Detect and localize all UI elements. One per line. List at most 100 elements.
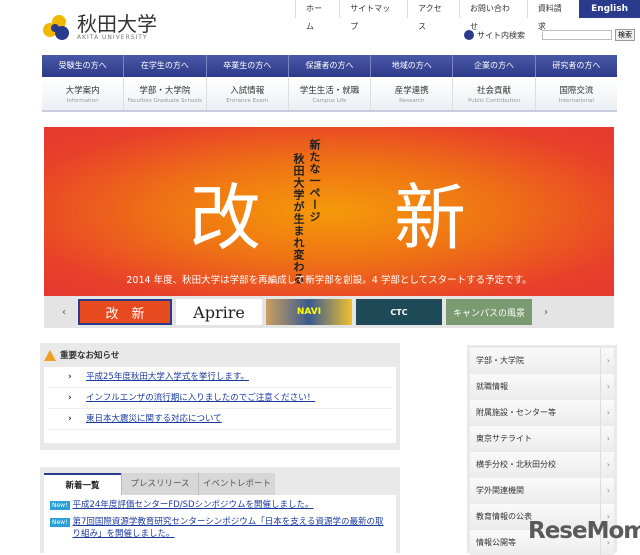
thumb-ctc[interactable]: CTC [356,299,442,325]
warning-icon [44,349,56,361]
sidebar-item-label: 教育情報の公表 [476,512,532,521]
tab-event-report[interactable]: イベントレポート [198,473,275,495]
nav-label: 学生生活・就職 [299,86,360,96]
sidebar-item-label: 情報公開等 [476,538,516,547]
chevron-right-icon: › [599,374,610,399]
sidebar-item-faculties[interactable]: 学部・大学院 › [470,348,614,373]
notice-link[interactable]: インフルエンザの流行期に入りましたのでご注意ください！ [86,393,315,403]
notice-title: 重要なお知らせ [60,351,120,361]
nav-sublabel: Faculties Graduate Schools [127,98,203,104]
sidebar-item-label: 学部・大学院 [476,356,524,365]
nav-community[interactable]: 地域の方へ [371,55,454,77]
tab-press-release[interactable]: プレスリリース [121,473,198,495]
thumb-kaishin[interactable]: 改 新 [78,299,172,325]
list-item: インフルエンザの流行期に入りましたのでご注意ください！ [48,388,392,409]
nav-label: 社会貢献 [477,86,512,96]
search-button[interactable]: 検索 [615,29,635,41]
nav-public-contribution[interactable]: 社会貢献 Public Contribution [453,78,536,110]
banner-char-2: 新 [394,176,467,260]
news-panel: 新着一覧 プレスリリース イベントレポート New! 平成24年度評価センターFD… [40,467,400,555]
chevron-right-icon: › [599,348,610,373]
nav-applicants[interactable]: 受験生の方へ [42,55,125,77]
nav-label: 入試情報 [230,86,265,96]
search-input[interactable] [542,30,612,40]
secondary-nav: 大学案内 Information 学部・大学院 Faculties Graduate… [42,78,617,112]
list-item: 東日本大震災に関する対応について [48,409,392,430]
sidebar-item-careers[interactable]: 就職情報 › [470,374,614,399]
chevron-right-icon: › [599,452,610,477]
banner-thumbnails: ‹ 改 新 Aprire NAVI CTC キャンパスの風景 › [44,296,614,328]
nav-international[interactable]: 国際交流 International [536,78,617,110]
thumb-aprire[interactable]: Aprire [176,299,262,325]
nav-sublabel: Public Contribution [467,98,521,104]
nav-researchers[interactable]: 研究者の方へ [536,55,617,77]
nav-sublabel: Campus Life [312,98,347,104]
logo-sub: AKITA UNIVERSITY [77,33,148,41]
news-item: New! 平成24年度評価センターFD/SDシンポジウムを開催しました。 [50,499,390,511]
sidebar-item-label: 学外関連機関 [476,486,524,495]
resemom-watermark: ReseMom [528,518,640,544]
search-icon [464,30,474,40]
sidebar-item-facilities[interactable]: 附属施設・センター等 › [470,400,614,425]
banner-caption: 2014 年度、秋田大学は学部を再編成して新学部を創設。4 学部としてスタートす… [126,275,532,286]
nav-entrance[interactable]: 入試情報 Entrance Exam [207,78,289,110]
top-link-access[interactable]: アクセス [407,0,459,31]
nav-students[interactable]: 在学生の方へ [124,55,207,77]
top-link-request[interactable]: 資料請求 [526,0,579,31]
logo[interactable]: 秋田大学 AKITA UNIVERSITY [42,12,157,42]
hero-banner[interactable]: 改 新 新たな一ページ 秋田大学が生まれ変わる 2014 年度、秋田大学は学部を… [44,127,614,296]
nav-label: 学部・大学院 [139,86,191,96]
new-badge: New! [50,518,70,527]
sidebar-item-label: 東京サテライト [476,434,532,443]
banner-char-1: 改 [189,176,262,260]
sidebar-item-external-orgs[interactable]: 学外関連機関 › [470,478,614,503]
sidebar-item-tokyo-satellite[interactable]: 東京サテライト › [470,426,614,451]
logo-mark-icon [43,15,69,40]
english-button[interactable]: English [579,0,640,18]
notice-link[interactable]: 平成25年度秋田大学入学式を挙行します。 [86,372,249,382]
sidebar-item-label: 附属施設・センター等 [476,408,556,417]
nav-parents[interactable]: 保護者の方へ [289,55,372,77]
chevron-right-icon: › [599,400,610,425]
top-links: ホーム サイトマップ アクセス お問い合わせ 資料請求 English [295,0,640,31]
tab-latest[interactable]: 新着一覧 [44,473,121,495]
nav-label: 大学案内 [65,86,100,96]
sidebar-item-label: 横手分校・北秋田分校 [476,460,556,469]
top-link-sitemap[interactable]: サイトマップ [339,0,407,31]
nav-sublabel: International [558,98,594,104]
nav-research[interactable]: 産学連携 Research [371,78,454,110]
nav-campus-life[interactable]: 学生生活・就職 Campus Life [289,78,372,110]
sidebar-item-branch-schools[interactable]: 横手分校・北秋田分校 › [470,452,614,477]
nav-sublabel: Entrance Exam [226,98,269,104]
logo-name: 秋田大学 [77,11,157,36]
chevron-right-icon: › [599,478,610,503]
nav-label: 国際交流 [559,86,594,96]
top-link-contact[interactable]: お問い合わせ [458,0,527,31]
new-badge: New! [50,501,70,510]
news-link[interactable]: 第7回国際資源学教育研究センターシンポジウム「日本を支える資源学の最新の取り組み… [73,516,391,540]
search-label: サイト内検索 [477,30,525,40]
chevron-right-icon: › [599,426,610,451]
list-item: 平成25年度秋田大学入学式を挙行します。 [48,367,392,388]
site-search: サイト内検索 検索 [464,29,635,41]
nav-alumni[interactable]: 卒業生の方へ [207,55,289,77]
nav-information[interactable]: 大学案内 Information [42,78,125,110]
banner-vertical-1: 新たな一ページ [308,139,321,223]
nav-sublabel: Information [66,98,99,104]
top-link-home[interactable]: ホーム [295,0,339,31]
thumb-navi[interactable]: NAVI [266,299,352,325]
notice-link[interactable]: 東日本大震災に関する対応について [86,414,222,424]
nav-companies[interactable]: 企業の方へ [453,55,536,77]
news-item: New! 第7回国際資源学教育研究センターシンポジウム「日本を支える資源学の最新の… [50,516,390,540]
nav-faculties[interactable]: 学部・大学院 Faculties Graduate Schools [124,78,207,110]
news-link[interactable]: 平成24年度評価センターFD/SDシンポジウムを開催しました。 [73,499,314,511]
primary-nav: 受験生の方へ 在学生の方へ 卒業生の方へ 保護者の方へ 地域の方へ 企業の方へ … [42,55,617,77]
nav-sublabel: Research [399,98,425,104]
banner-vertical-2: 秋田大学が生まれ変わる [292,153,305,285]
thumb-campus[interactable]: キャンパスの風景 [446,299,532,325]
important-notices: 重要なお知らせ 平成25年度秋田大学入学式を挙行します。 インフルエンザの流行期… [40,343,400,450]
next-arrow-icon[interactable]: › [536,307,556,318]
nav-label: 産学連携 [394,86,429,96]
prev-arrow-icon[interactable]: ‹ [54,307,74,318]
sidebar-item-label: 就職情報 [476,382,508,391]
